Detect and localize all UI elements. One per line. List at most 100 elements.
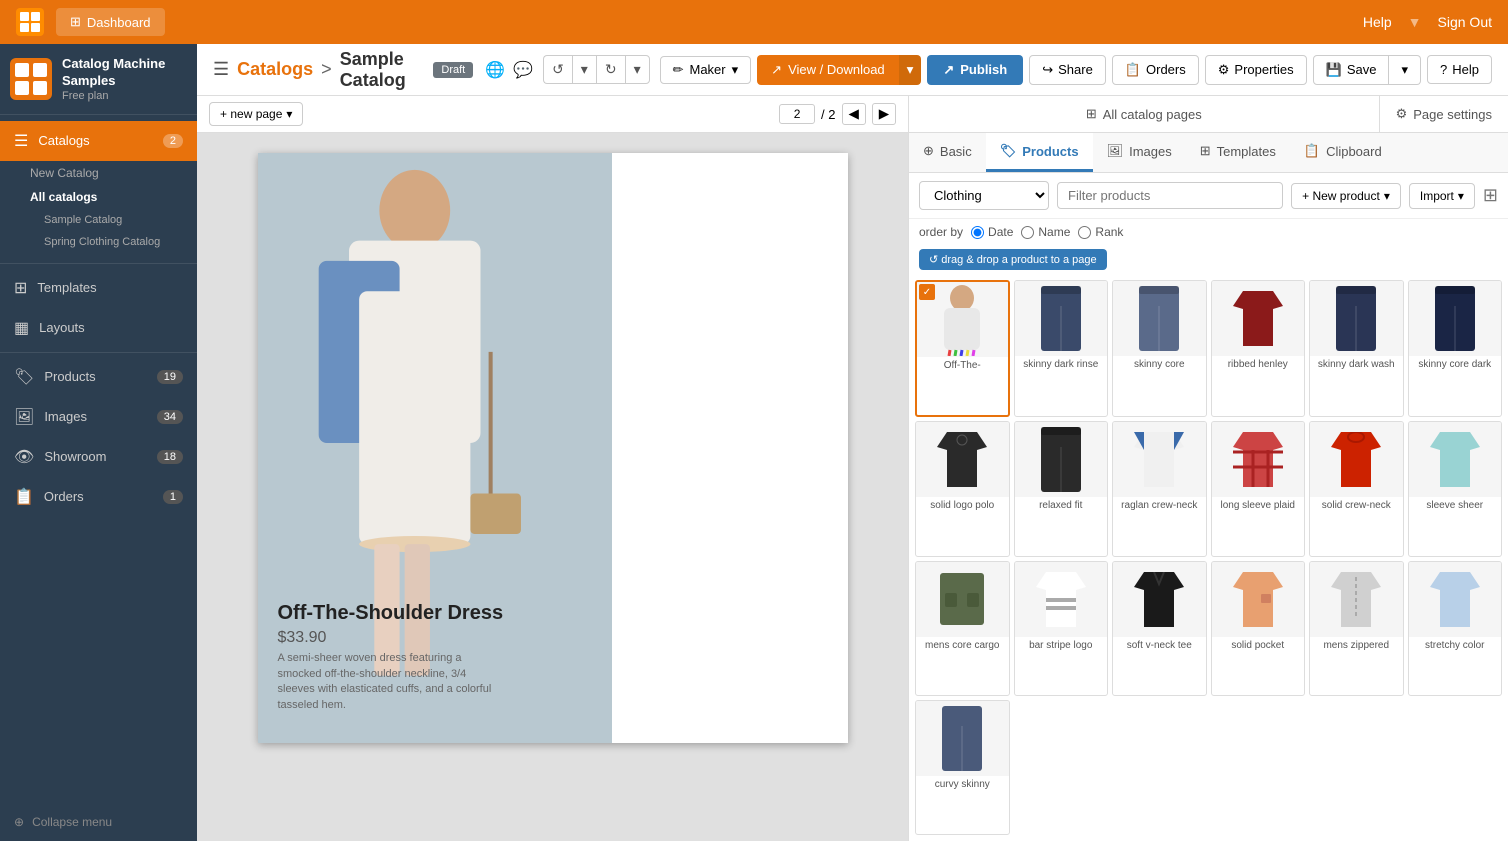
sidebar-item-spring-catalog[interactable]: Spring Clothing Catalog	[0, 231, 197, 253]
product-card[interactable]: bar stripe logo	[1014, 561, 1109, 696]
globe-icon[interactable]: 🌐	[485, 60, 505, 80]
redo-dropdown-button[interactable]: ▾	[625, 55, 650, 84]
order-rank-label[interactable]: Rank	[1078, 225, 1123, 239]
product-card[interactable]: soft v-neck tee	[1112, 561, 1207, 696]
grid-view-button[interactable]: ⊞	[1483, 185, 1498, 206]
share-button[interactable]: ↪ Share	[1029, 55, 1106, 85]
sidebar-item-products[interactable]: 🏷 Products 19	[0, 357, 197, 397]
dashboard-button[interactable]: ⊞ Dashboard	[56, 8, 165, 36]
next-page-button[interactable]: ▶	[872, 103, 896, 125]
brand-plan: Free plan	[62, 90, 187, 102]
sidebar-item-orders[interactable]: 📋 Orders 1	[0, 477, 197, 517]
top-navigation: ⊞ Dashboard Help ▼ Sign Out	[0, 0, 1508, 44]
collapse-menu-button[interactable]: ⊕ Collapse menu	[0, 803, 197, 841]
external-link-icon: ↗	[771, 62, 782, 78]
breadcrumb-catalogs[interactable]: Catalogs	[237, 59, 313, 80]
catalogs-section: ☰ Catalogs 2 New Catalog All catalogs Sa…	[0, 115, 197, 259]
product-card-label: long sleeve plaid	[1212, 497, 1305, 515]
collapse-icon: ⊕	[14, 815, 24, 829]
save-dropdown-button[interactable]: ▾	[1389, 55, 1421, 85]
undo-dropdown-button[interactable]: ▾	[572, 55, 596, 84]
sidebar-item-sample-catalog[interactable]: Sample Catalog	[0, 209, 197, 231]
order-name-radio[interactable]	[1021, 226, 1034, 239]
order-date-label[interactable]: Date	[971, 225, 1013, 239]
redo-button[interactable]: ↻	[596, 55, 625, 84]
sidebar-item-templates[interactable]: ⊞ Templates	[0, 268, 197, 308]
undo-button[interactable]: ↺	[543, 55, 572, 84]
product-card[interactable]: skinny core	[1112, 280, 1207, 417]
product-card[interactable]: relaxed fit	[1014, 421, 1109, 556]
sidebar-item-new-catalog[interactable]: New Catalog	[0, 161, 197, 185]
sidebar-brand: Catalog Machine Samples Free plan	[0, 44, 197, 115]
tab-basic[interactable]: ⊕ Basic	[909, 133, 986, 172]
product-card[interactable]: ✓Off-The-	[915, 280, 1010, 417]
order-name-label[interactable]: Name	[1021, 225, 1070, 239]
product-card[interactable]: solid logo polo	[915, 421, 1010, 556]
page-number-input[interactable]	[779, 104, 815, 124]
product-card-label: mens zippered	[1310, 637, 1403, 655]
product-card[interactable]: skinny core dark	[1408, 280, 1503, 417]
import-button[interactable]: Import ▾	[1409, 183, 1475, 209]
product-card[interactable]: sleeve sheer	[1408, 421, 1503, 556]
product-card[interactable]: mens core cargo	[915, 561, 1010, 696]
filter-input[interactable]	[1057, 182, 1283, 209]
product-card-image	[1015, 281, 1108, 356]
publish-button[interactable]: ↗ Publish	[927, 55, 1023, 85]
order-date-radio[interactable]	[971, 226, 984, 239]
new-page-button[interactable]: + new page ▾	[209, 102, 303, 126]
tab-products[interactable]: 🏷 Products	[986, 133, 1093, 172]
product-card[interactable]: solid crew-neck	[1309, 421, 1404, 556]
hamburger-icon[interactable]: ☰	[213, 59, 229, 80]
tab-clipboard[interactable]: 📋 Clipboard	[1290, 133, 1396, 172]
product-card-image	[1409, 562, 1502, 637]
view-download-button[interactable]: ↗ View / Download	[757, 55, 899, 85]
help-header-button[interactable]: ? Help	[1427, 55, 1492, 84]
page-settings-tab[interactable]: ⚙ Page settings	[1380, 96, 1508, 132]
properties-button[interactable]: ⚙ Properties	[1205, 55, 1307, 85]
product-card-image	[1015, 422, 1108, 497]
product-card-image	[1409, 281, 1502, 356]
save-group: 💾 Save ▾	[1313, 55, 1421, 85]
sidebar-item-layouts[interactable]: ▦ Layouts	[0, 308, 197, 348]
view-download-dropdown-button[interactable]: ▾	[899, 55, 922, 85]
product-card[interactable]: curvy skinny	[915, 700, 1010, 835]
help-link[interactable]: Help	[1363, 14, 1392, 30]
maker-dropdown-icon: ▾	[732, 62, 739, 78]
new-product-button[interactable]: + New product ▾	[1291, 183, 1401, 209]
product-card[interactable]: skinny dark rinse	[1014, 280, 1109, 417]
product-card-image	[916, 701, 1009, 776]
save-icon: 💾	[1326, 62, 1342, 78]
app-logo	[16, 8, 44, 36]
sidebar-item-images[interactable]: 🖼 Images 34	[0, 397, 197, 437]
orders-button[interactable]: 📋 Orders	[1112, 55, 1199, 85]
all-catalog-pages-tab[interactable]: ⊞ All catalog pages	[909, 96, 1380, 132]
images-tab-icon: 🖼	[1107, 143, 1124, 159]
sidebar-item-catalogs[interactable]: ☰ Catalogs 2	[0, 121, 197, 161]
tab-templates[interactable]: ⊞ Templates	[1186, 133, 1290, 172]
product-card-image	[1113, 281, 1206, 356]
undo-redo-group: ↺ ▾ ↻ ▾	[543, 55, 650, 84]
sidebar-item-showroom[interactable]: 👁 Showroom 18	[0, 437, 197, 477]
save-button[interactable]: 💾 Save	[1313, 55, 1390, 85]
product-card-label: stretchy color	[1409, 637, 1502, 655]
product-card-image	[1310, 562, 1403, 637]
sidebar-item-all-catalogs[interactable]: All catalogs	[0, 185, 197, 209]
tab-images[interactable]: 🖼 Images	[1093, 133, 1186, 172]
product-card[interactable]: mens zippered	[1309, 561, 1404, 696]
product-card-image	[1310, 281, 1403, 356]
content-area: ☰ Catalogs > Sample Catalog Draft 🌐 💬 ↺ …	[197, 44, 1508, 841]
prev-page-button[interactable]: ◀	[842, 103, 866, 125]
product-card[interactable]: long sleeve plaid	[1211, 421, 1306, 556]
product-card[interactable]: solid pocket	[1211, 561, 1306, 696]
product-card-image	[1212, 562, 1305, 637]
product-card[interactable]: ribbed henley	[1211, 280, 1306, 417]
category-select[interactable]: Clothing	[919, 181, 1049, 210]
product-card[interactable]: raglan crew-neck	[1112, 421, 1207, 556]
maker-button[interactable]: ✏ Maker ▾	[660, 56, 752, 84]
product-card[interactable]: skinny dark wash	[1309, 280, 1404, 417]
product-card[interactable]: stretchy color	[1408, 561, 1503, 696]
comment-icon[interactable]: 💬	[513, 60, 533, 80]
canvas-viewport[interactable]: Off-The-Shoulder Dress $33.90 A semi-she…	[197, 133, 908, 841]
signout-link[interactable]: Sign Out	[1438, 14, 1492, 30]
order-rank-radio[interactable]	[1078, 226, 1091, 239]
